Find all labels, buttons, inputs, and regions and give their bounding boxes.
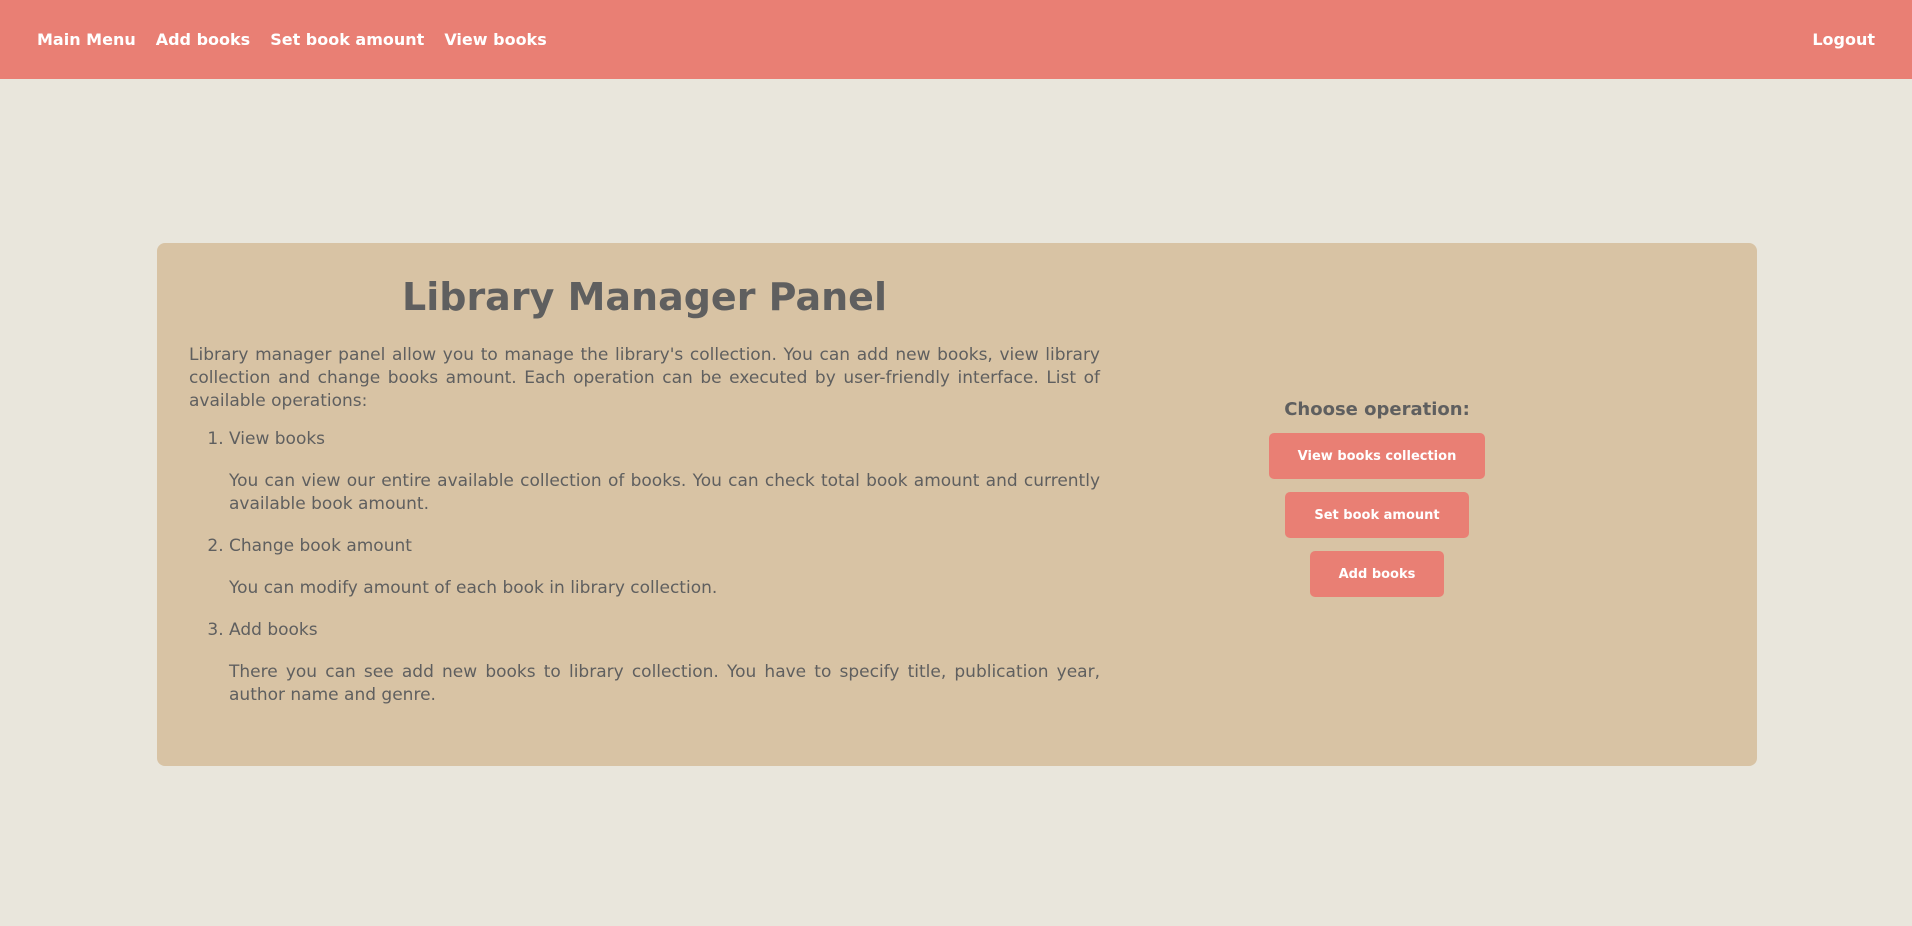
operation-description: You can modify amount of each book in li… xyxy=(229,578,718,598)
set-book-amount-button[interactable]: Set book amount xyxy=(1285,492,1469,538)
logout-container: Logout xyxy=(1802,0,1885,79)
list-item: View books You can view our entire avail… xyxy=(229,428,1100,516)
intro-text: Library manager panel allow you to manag… xyxy=(189,345,1100,411)
library-manager-panel: Library Manager Panel Library manager pa… xyxy=(157,243,1757,766)
top-navbar: Main Menu Add books Set book amount View… xyxy=(0,0,1912,79)
operation-name: View books xyxy=(229,429,326,449)
nav-set-book-amount[interactable]: Set book amount xyxy=(260,30,434,49)
operation-name: Add books xyxy=(229,620,318,640)
nav-main-menu[interactable]: Main Menu xyxy=(27,30,146,49)
page-title: Library Manager Panel xyxy=(402,275,887,319)
nav-links: Main Menu Add books Set book amount View… xyxy=(27,0,557,79)
operations-list: View books You can view our entire avail… xyxy=(189,428,1100,707)
list-item: Change book amount You can modify amount… xyxy=(229,535,1100,600)
operation-chooser: Choose operation: View books collection … xyxy=(1268,243,1486,766)
panel-description: Library Manager Panel Library manager pa… xyxy=(189,275,1100,707)
nav-view-books[interactable]: View books xyxy=(434,30,556,49)
operation-description: You can view our entire available collec… xyxy=(229,471,1100,514)
operation-description: There you can see add new books to libra… xyxy=(229,662,1100,705)
operation-name: Change book amount xyxy=(229,536,412,556)
choose-operation-label: Choose operation: xyxy=(1284,399,1470,420)
logout-link[interactable]: Logout xyxy=(1802,30,1885,49)
nav-add-books[interactable]: Add books xyxy=(146,30,260,49)
view-books-collection-button[interactable]: View books collection xyxy=(1268,433,1486,479)
list-item: Add books There you can see add new book… xyxy=(229,619,1100,707)
add-books-button[interactable]: Add books xyxy=(1309,551,1445,597)
